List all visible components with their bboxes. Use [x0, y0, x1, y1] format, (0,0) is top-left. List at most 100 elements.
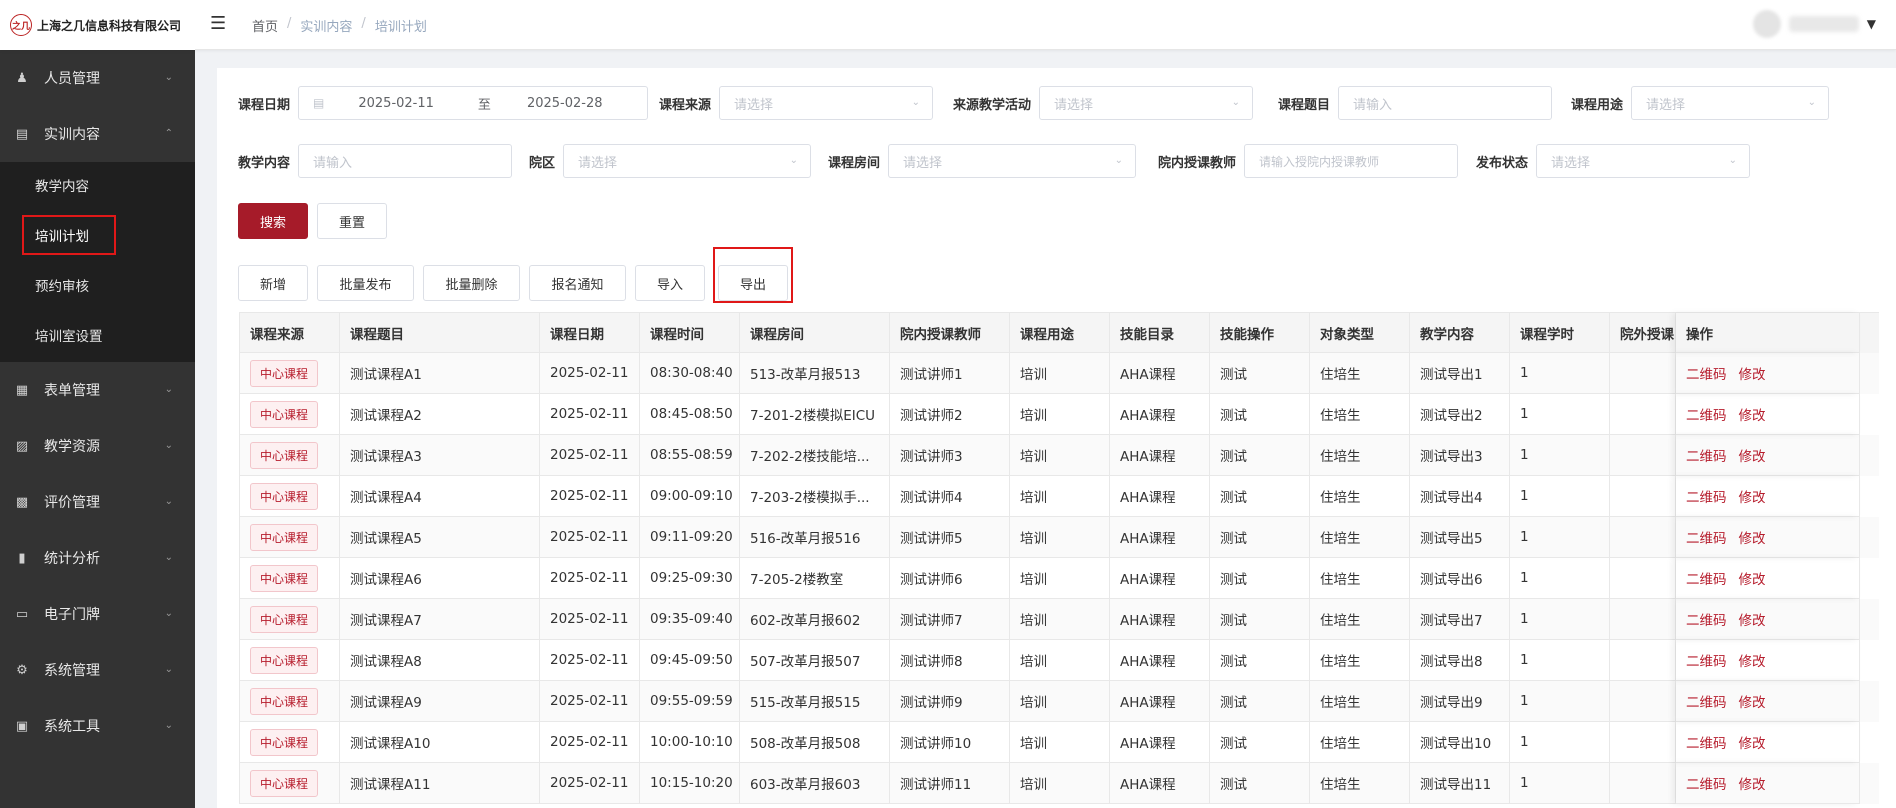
qrcode-link[interactable]: 二维码: [1686, 363, 1727, 383]
cell-text: 住培生: [1320, 531, 1361, 547]
course-source-select[interactable]: 请选择 ⌄: [719, 86, 934, 120]
chevron-down-icon: ⌄: [1114, 155, 1124, 166]
sidebar-subitem-teaching-content[interactable]: 教学内容: [0, 162, 195, 212]
qrcode-link[interactable]: 二维码: [1686, 773, 1727, 793]
add-button[interactable]: 新增: [238, 265, 308, 301]
qrcode-link[interactable]: 二维码: [1686, 568, 1727, 588]
edit-link[interactable]: 修改: [1739, 650, 1766, 670]
sidebar-item-door-sign[interactable]: ▭ 电子门牌 ⌄: [0, 586, 195, 642]
sidebar-item-tools[interactable]: ▣ 系统工具 ⌄: [0, 698, 195, 754]
cell-text: 测试导出1: [1420, 367, 1483, 383]
cell-text: 测试讲师11: [900, 777, 972, 793]
cell-actions: 二维码 修改: [1676, 394, 1860, 435]
publish-status-select[interactable]: 请选择 ⌄: [1536, 144, 1751, 178]
cell-date: 2025-02-11: [540, 681, 640, 722]
cell-skill: AHA课程: [1110, 599, 1210, 640]
qrcode-link[interactable]: 二维码: [1686, 527, 1727, 547]
sidebar-item-personnel[interactable]: ♟ 人员管理 ⌄: [0, 50, 195, 106]
edit-link[interactable]: 修改: [1739, 732, 1766, 752]
cell-text: 2025-02-11: [550, 365, 629, 381]
course-topic-input[interactable]: 请输入: [1338, 86, 1553, 120]
sidebar-item-label: 人员管理: [44, 71, 100, 87]
cell-topic: 测试课程A11: [340, 763, 540, 804]
import-button[interactable]: 导入: [635, 265, 705, 301]
cell-text: 7-202-2楼技能培...: [750, 449, 870, 465]
cell-target: 住培生: [1310, 599, 1410, 640]
sidebar-subitem-training-plan[interactable]: 培训计划: [0, 212, 195, 262]
sidebar-item-statistics[interactable]: ▮ 统计分析 ⌄: [0, 530, 195, 586]
teaching-content-input[interactable]: 请输入: [298, 144, 513, 178]
date-start[interactable]: 2025-02-11: [358, 96, 434, 111]
cell-topic: 测试课程A7: [340, 599, 540, 640]
edit-link[interactable]: 修改: [1739, 445, 1766, 465]
sidebar-subitem-booking-review[interactable]: 预约审核: [0, 262, 195, 312]
qrcode-link[interactable]: 二维码: [1686, 404, 1727, 424]
sidebar-item-training-content[interactable]: ▤ 实训内容 ⌃: [0, 106, 195, 162]
menu-toggle-icon[interactable]: ☰: [210, 14, 230, 34]
sidebar-item-system[interactable]: ⚙ 系统管理 ⌄: [0, 642, 195, 698]
cell-room: 7-201-2楼模拟EICU: [740, 394, 890, 435]
source-activity-select[interactable]: 请选择 ⌄: [1039, 86, 1254, 120]
filter-label: 课程来源: [659, 97, 712, 113]
qrcode-link[interactable]: 二维码: [1686, 486, 1727, 506]
cell-text: 7-205-2楼教室: [750, 572, 844, 588]
search-button[interactable]: 搜索: [238, 203, 308, 239]
edit-link[interactable]: 修改: [1739, 486, 1766, 506]
toolbox-icon: ▣: [15, 718, 29, 734]
qrcode-link[interactable]: 二维码: [1686, 691, 1727, 711]
date-range-picker[interactable]: ▤ 2025-02-11 至 2025-02-28: [298, 86, 649, 120]
cell-text: 测试导出11: [1420, 777, 1492, 793]
signup-notice-button[interactable]: 报名通知: [529, 265, 626, 301]
cell-target: 住培生: [1310, 517, 1410, 558]
cell-text: 测试课程A5: [350, 531, 422, 547]
cell-purpose: 培训: [1010, 599, 1110, 640]
breadcrumb-home[interactable]: 首页: [252, 16, 278, 35]
qrcode-link[interactable]: 二维码: [1686, 445, 1727, 465]
qrcode-link[interactable]: 二维码: [1686, 732, 1727, 752]
cell-text: 测试导出7: [1420, 613, 1483, 629]
edit-link[interactable]: 修改: [1739, 404, 1766, 424]
course-room-select[interactable]: 请选择 ⌄: [888, 144, 1137, 178]
qrcode-link[interactable]: 二维码: [1686, 650, 1727, 670]
batch-delete-button[interactable]: 批量删除: [423, 265, 520, 301]
edit-link[interactable]: 修改: [1739, 609, 1766, 629]
edit-link[interactable]: 修改: [1739, 568, 1766, 588]
cell-actions: 二维码 修改: [1676, 681, 1860, 722]
sidebar-item-resources[interactable]: ▨ 教学资源 ⌄: [0, 418, 195, 474]
cell-skill: AHA课程: [1110, 640, 1210, 681]
edit-link[interactable]: 修改: [1739, 363, 1766, 383]
column-header: 课程日期: [540, 313, 640, 353]
user-menu[interactable]: ▼: [1752, 10, 1876, 38]
edit-link[interactable]: 修改: [1739, 773, 1766, 793]
source-tag: 中心课程: [250, 605, 319, 633]
sidebar-item-evaluation[interactable]: ▩ 评价管理 ⌄: [0, 474, 195, 530]
caret-down-icon[interactable]: ▼: [1867, 17, 1876, 31]
edit-link[interactable]: 修改: [1739, 527, 1766, 547]
date-end[interactable]: 2025-02-28: [527, 96, 603, 111]
campus-select[interactable]: 请选择 ⌄: [563, 144, 812, 178]
top-bar: 之几 上海之几信息科技有限公司 ☰ 首页 / 实训内容 / 培训计划 ▼: [0, 0, 1896, 50]
course-purpose-select[interactable]: 请选择 ⌄: [1631, 86, 1830, 120]
batch-publish-button[interactable]: 批量发布: [317, 265, 414, 301]
cell-source: 中心课程: [240, 517, 340, 558]
sidebar-item-forms[interactable]: ▦ 表单管理 ⌄: [0, 362, 195, 418]
teacher-input[interactable]: 请输入授院内授课教师: [1244, 144, 1459, 178]
cell-text: 测试课程A8: [350, 654, 422, 670]
qrcode-link[interactable]: 二维码: [1686, 609, 1727, 629]
username-blurred[interactable]: [1788, 16, 1859, 32]
export-button[interactable]: 导出: [718, 265, 788, 301]
avatar[interactable]: [1752, 10, 1781, 38]
cell-text: 测试讲师5: [900, 531, 963, 547]
source-tag: 中心课程: [250, 523, 319, 551]
cell-text: 培训: [1020, 408, 1047, 424]
sidebar-subitem-room-settings[interactable]: 培训室设置: [0, 312, 195, 362]
filter-course-topic: 课程题目 请输入: [1278, 86, 1553, 120]
edit-link[interactable]: 修改: [1739, 691, 1766, 711]
cell-ext: [1610, 435, 1676, 476]
cell-hours: 1: [1510, 435, 1610, 476]
cell-op: 测试: [1210, 599, 1310, 640]
cell-topic: 测试课程A10: [340, 722, 540, 763]
cell-time: 09:25-09:30: [640, 558, 740, 599]
reset-button[interactable]: 重置: [317, 203, 387, 239]
column-header: 课程来源: [240, 313, 340, 353]
